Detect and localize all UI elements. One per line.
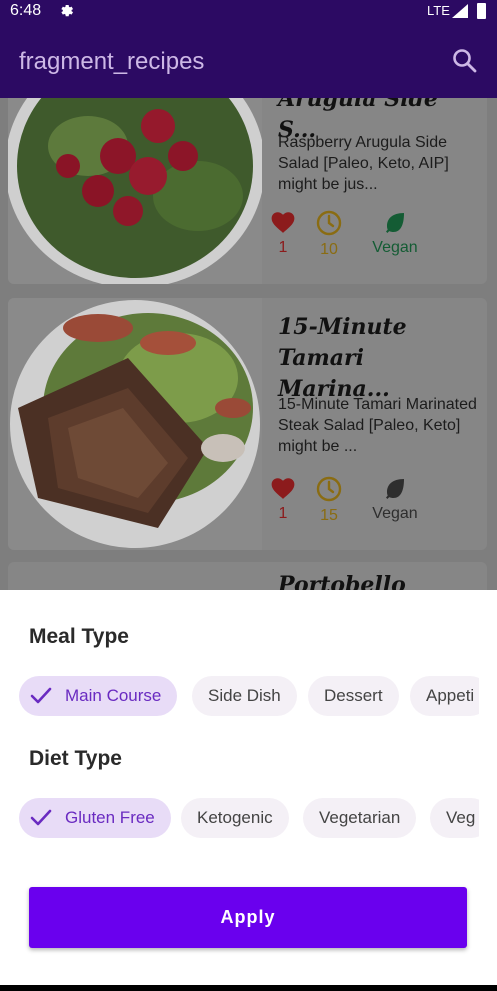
- search-icon[interactable]: [452, 48, 478, 74]
- recipe-description: 15-Minute Tamari Marinated Steak Salad […: [278, 396, 477, 455]
- navigation-bar: [0, 985, 497, 991]
- chip-main-course[interactable]: Main Course: [19, 676, 178, 716]
- vegan-stat: Vegan: [360, 210, 430, 257]
- likes-stat: 1: [270, 476, 296, 523]
- chip-label: Appeti: [426, 686, 475, 705]
- diet-label: Vegan: [372, 239, 418, 256]
- battery-icon: [477, 3, 486, 19]
- diet-type-title: Diet Type: [29, 747, 122, 770]
- clock-icon: [316, 476, 342, 502]
- recipe-card[interactable]: Portobello Baked...: [8, 562, 487, 590]
- time-stat: 15: [314, 476, 344, 525]
- chip-ketogenic[interactable]: Ketogenic: [181, 798, 289, 838]
- check-icon: [30, 687, 52, 704]
- meal-type-title: Meal Type: [29, 625, 129, 648]
- recipe-description: Raspberry Arugula Side Salad [Paleo, Ket…: [278, 134, 449, 193]
- status-time: 6:48: [10, 2, 42, 19]
- chip-side-dish[interactable]: Side Dish: [192, 676, 297, 716]
- leaf-icon: [386, 479, 404, 499]
- apply-button[interactable]: Apply: [29, 887, 467, 948]
- recipe-card[interactable]: Arugula Side S... Raspberry Arugula Side…: [8, 98, 487, 284]
- likes-count: 1: [278, 505, 288, 522]
- chip-label: Vegetarian: [319, 808, 401, 827]
- chip-label: Main Course: [65, 686, 162, 705]
- chip-vegetarian[interactable]: Vegetarian: [303, 798, 417, 838]
- diet-label: Vegan: [372, 505, 418, 522]
- recipe-card[interactable]: 15-Minute Tamari Marina... 15-Minute Tam…: [8, 298, 487, 550]
- chip-dessert[interactable]: Dessert: [308, 676, 399, 716]
- time-stat: 10: [314, 210, 344, 259]
- minutes-count: 10: [320, 241, 338, 258]
- chip-label: Dessert: [324, 686, 383, 705]
- recipe-title: Portobello Baked...: [278, 572, 406, 590]
- chip-vegan[interactable]: Veg: [430, 798, 479, 838]
- chip-appetizer[interactable]: Appeti: [410, 676, 479, 716]
- check-icon: [30, 809, 52, 826]
- heart-icon: [271, 212, 295, 233]
- minutes-count: 15: [320, 507, 338, 524]
- meal-type-chip-group: Main Course Side Dish Dessert Appeti: [19, 676, 479, 718]
- likes-stat: 1: [270, 210, 296, 257]
- app-bar: fragment_recipes: [0, 22, 497, 98]
- signal-icon: [452, 4, 468, 18]
- app-title: fragment_recipes: [19, 48, 205, 75]
- diet-type-chip-group: Gluten Free Ketogenic Vegetarian Veg: [19, 798, 479, 840]
- leaf-icon: [386, 213, 404, 233]
- likes-count: 1: [278, 239, 288, 256]
- chip-label: Side Dish: [208, 686, 281, 705]
- recipe-list[interactable]: Arugula Side S... Raspberry Arugula Side…: [0, 98, 497, 590]
- recipe-title: 15-Minute Tamari Marina...: [278, 314, 407, 402]
- clock-icon: [316, 210, 342, 236]
- chip-label: Gluten Free: [65, 808, 155, 827]
- status-bar: 6:48 LTE: [0, 0, 497, 22]
- gear-icon: [61, 5, 74, 17]
- chip-gluten-free[interactable]: Gluten Free: [19, 798, 171, 838]
- network-type: LTE: [427, 3, 450, 18]
- heart-icon: [271, 478, 295, 499]
- chip-label: Ketogenic: [197, 808, 273, 827]
- vegan-stat: Vegan: [360, 476, 430, 523]
- recipe-image: [8, 298, 262, 550]
- chip-label: Veg: [446, 808, 476, 827]
- recipe-image: [8, 98, 262, 284]
